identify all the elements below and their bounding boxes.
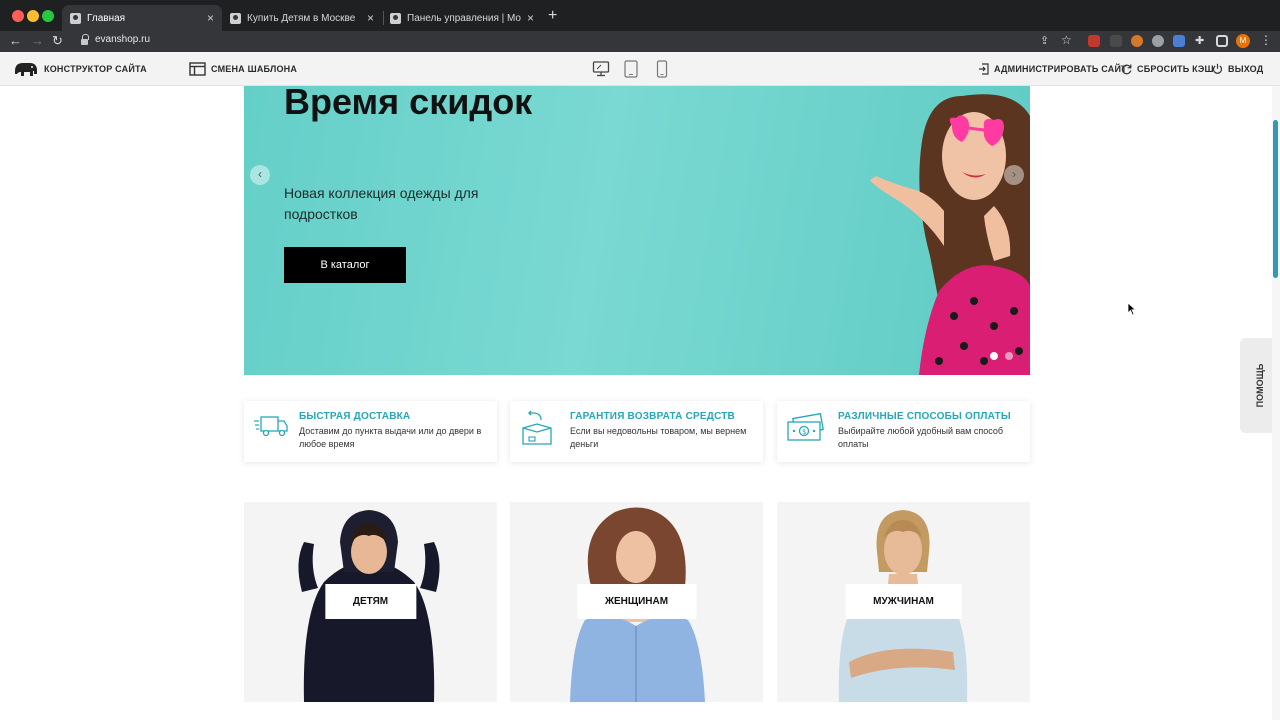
exit-button[interactable]: ВЫХОД <box>1212 52 1263 86</box>
feature-card-refund: ГАРАНТИЯ ВОЗВРАТА СРЕДСТВ Если вы недово… <box>510 401 763 462</box>
browser-tab[interactable]: Купить Детям в Москве × <box>222 5 382 31</box>
feature-text: Выбирайте любой удобный вам способ оплат… <box>838 426 1004 449</box>
category-label: ЖЕНЩИНАМ <box>576 584 697 619</box>
hero-subtitle: Новая коллекция одежды для подростков <box>284 185 479 222</box>
feature-title: БЫСТРАЯ ДОСТАВКА <box>299 411 411 422</box>
browser-tab[interactable]: Панель управления | Moguta. × <box>382 5 542 31</box>
browser-tab[interactable]: Главная × <box>62 5 222 31</box>
tab-title: Купить Детям в Москве <box>247 12 356 24</box>
translate-extension-icon[interactable] <box>1173 35 1185 47</box>
feature-text: Доставим до пункта выдачи или до двери в… <box>299 426 482 449</box>
administer-site-label: АДМИНИСТРИРОВАТЬ САЙТ <box>994 64 1127 74</box>
maximize-window-button[interactable] <box>42 10 54 22</box>
close-window-button[interactable] <box>12 10 24 22</box>
reset-cache-label: СБРОСИТЬ КЭШ <box>1137 64 1214 74</box>
bookmark-star-icon[interactable]: ☆ <box>1061 33 1072 47</box>
site-admin-toolbar: КОНСТРУКТОР САЙТА СМЕНА ШАБЛОНА АДМИНИСТ… <box>0 52 1280 86</box>
slider-dot[interactable] <box>1005 352 1013 360</box>
hero-title: Время скидок <box>284 86 533 122</box>
slider-next-arrow-icon[interactable]: › <box>1004 165 1024 185</box>
category-card-men[interactable]: МУЖЧИНАМ <box>777 502 1030 702</box>
extension-icon[interactable] <box>1131 35 1143 47</box>
administer-site-button[interactable]: АДМИНИСТРИРОВАТЬ САЙТ <box>978 52 1127 86</box>
share-icon[interactable]: ⇪ <box>1040 34 1049 47</box>
catalog-button[interactable]: В каталог <box>284 247 406 283</box>
return-box-icon <box>522 410 552 445</box>
elephant-logo-icon <box>15 63 37 76</box>
feature-card-payment: $ РАЗЛИЧНЫЕ СПОСОБЫ ОПЛАТЫ Выбирайте люб… <box>777 401 1030 462</box>
lock-icon <box>81 34 89 45</box>
svg-text:$: $ <box>802 428 806 436</box>
forward-arrow-icon[interactable]: → <box>31 33 44 48</box>
feature-title: ГАРАНТИЯ ВОЗВРАТА СРЕДСТВ <box>570 411 735 422</box>
back-arrow-icon[interactable]: ← <box>9 33 22 48</box>
refresh-icon <box>1121 64 1132 75</box>
change-template-button[interactable]: СМЕНА ШАБЛОНА <box>189 52 297 86</box>
feature-card-delivery: БЫСТРАЯ ДОСТАВКА Доставим до пункта выда… <box>244 401 497 462</box>
puzzle-extensions-icon[interactable]: ✚ <box>1195 34 1204 47</box>
site-favicon-icon <box>70 12 81 24</box>
category-label: ДЕТЯМ <box>324 584 417 619</box>
tab-title: Главная <box>87 12 126 24</box>
template-layout-icon <box>189 62 206 76</box>
reload-icon[interactable]: ↻ <box>52 33 63 49</box>
slider-prev-arrow-icon[interactable]: ‹ <box>250 165 270 185</box>
tab-title: Панель управления | Moguta. <box>407 12 521 24</box>
reset-cache-button[interactable]: СБРОСИТЬ КЭШ <box>1121 52 1214 86</box>
page-scrollbar[interactable] <box>1272 86 1280 720</box>
browser-address-bar: ← → ↻ evanshop.ru ⇪ ☆ ✚ M ⋮ <box>0 31 1280 52</box>
mobile-icon[interactable] <box>656 60 668 78</box>
site-favicon-icon <box>230 12 241 24</box>
hero-slider: Время скидок Новая коллекция одежды для … <box>244 86 1030 375</box>
desktop-icon[interactable] <box>592 60 610 78</box>
feature-text: Если вы недовольны товаром, мы вернем де… <box>570 426 747 449</box>
feature-title: РАЗЛИЧНЫЕ СПОСОБЫ ОПЛАТЫ <box>838 411 1011 422</box>
delivery-truck-icon <box>254 416 288 437</box>
category-card-kids[interactable]: ДЕТЯМ <box>244 502 497 702</box>
slider-dot[interactable] <box>990 352 998 360</box>
exit-label: ВЫХОД <box>1228 64 1264 74</box>
site-favicon-icon <box>390 12 401 24</box>
hero-model-image <box>870 94 1030 375</box>
category-label: МУЖЧИНАМ <box>845 584 962 619</box>
extension-icon[interactable] <box>1110 35 1122 47</box>
extension-icon[interactable] <box>1152 35 1164 47</box>
close-icon[interactable]: × <box>367 11 374 25</box>
login-arrow-icon <box>979 63 989 75</box>
sidebar-panel-icon[interactable] <box>1216 35 1228 47</box>
scrollbar-thumb[interactable] <box>1273 120 1278 278</box>
browser-tab-bar: Главная × Купить Детям в Москве × Панель… <box>0 0 1280 31</box>
close-icon[interactable]: × <box>207 11 214 25</box>
change-template-label: СМЕНА ШАБЛОНА <box>211 64 298 74</box>
more-menu-icon[interactable]: ⋮ <box>1260 33 1272 47</box>
close-icon[interactable]: × <box>527 11 534 25</box>
site-constructor-label: КОНСТРУКТОР САЙТА <box>44 64 147 74</box>
category-card-women[interactable]: ЖЕНЩИНАМ <box>510 502 763 702</box>
adblock-extension-icon[interactable] <box>1088 35 1100 47</box>
profile-avatar[interactable]: M <box>1236 34 1250 48</box>
tablet-icon[interactable] <box>623 60 639 78</box>
money-icon: $ <box>787 412 824 441</box>
minimize-window-button[interactable] <box>27 10 39 22</box>
url-field[interactable]: evanshop.ru <box>95 34 150 45</box>
new-tab-icon[interactable]: + <box>548 7 557 25</box>
site-constructor-button[interactable]: КОНСТРУКТОР САЙТА <box>13 52 147 86</box>
mouse-cursor-icon <box>1127 302 1137 316</box>
power-icon <box>1212 63 1223 74</box>
